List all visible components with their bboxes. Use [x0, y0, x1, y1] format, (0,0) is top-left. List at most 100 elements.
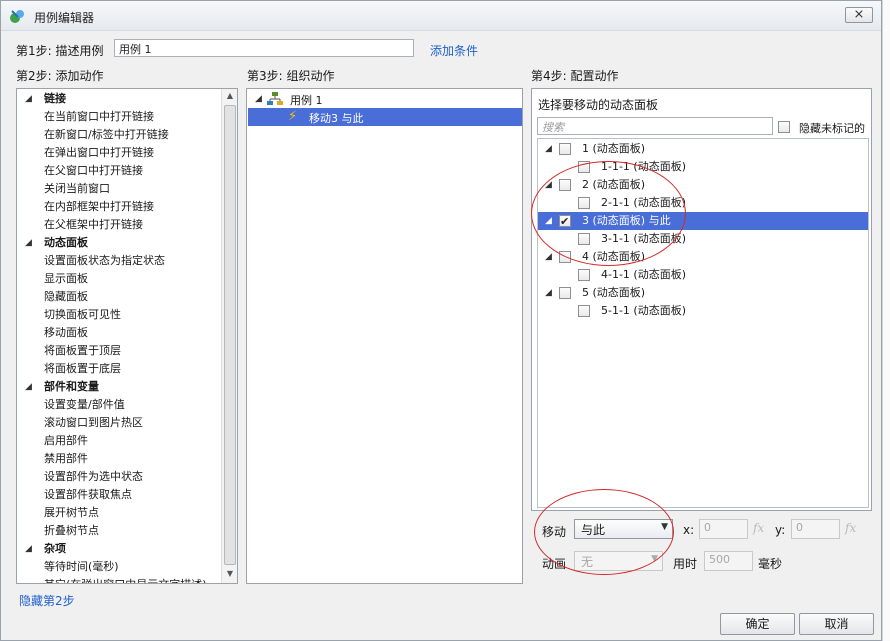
action-item[interactable]: 展开树节点 [44, 504, 99, 522]
panel-checkbox[interactable] [559, 143, 571, 155]
step3-label: 第3步: 组织动作 [247, 69, 335, 83]
action-item[interactable]: 启用部件 [44, 432, 88, 450]
action-item[interactable]: 在弹出窗口中打开链接 [44, 144, 154, 162]
action-item[interactable]: 在内部框架中打开链接 [44, 198, 154, 216]
case-name-input[interactable]: 用例 1 [114, 39, 414, 57]
action-list-scrollbar[interactable]: ▲ ▼ [221, 89, 237, 583]
panel-checkbox[interactable] [559, 287, 571, 299]
action-item[interactable]: 隐藏面板 [44, 288, 88, 306]
action-item[interactable]: 在父框架中打开链接 [44, 216, 143, 234]
window-title: 用例编辑器 [34, 11, 95, 25]
animation-label: 动画 [542, 557, 567, 571]
action-item[interactable]: 在新窗口/标签中打开链接 [44, 126, 169, 144]
action-item[interactable]: 折叠树节点 [44, 522, 99, 540]
action-category[interactable]: ◢ 动态面板 [17, 234, 217, 252]
category-label: 动态面板 [44, 236, 88, 249]
scroll-thumb[interactable] [224, 105, 236, 565]
chevron-down-icon: ▼ [651, 554, 658, 564]
scroll-up-arrow-icon[interactable]: ▲ [222, 91, 237, 100]
dynamic-panel-item[interactable]: ◢ 5 (动态面板) [538, 284, 868, 302]
dynamic-panel-item[interactable]: ◢ 3 (动态面板) 与此 [538, 212, 868, 231]
action-item[interactable]: 其它(在弹出窗口中显示文字描述) [44, 576, 207, 583]
action-item[interactable]: 移动面板 [44, 324, 88, 342]
action-item[interactable]: 等待时间(毫秒) [44, 558, 119, 576]
duration-input[interactable]: 500 [704, 551, 753, 571]
panel-name: 2 (动态面板) [582, 178, 646, 191]
panel-checkbox[interactable] [578, 233, 590, 245]
hide-step2-link[interactable]: 隐藏第2步 [19, 592, 75, 609]
action-item[interactable]: 关闭当前窗口 [44, 180, 110, 198]
action-item[interactable]: 在当前窗口中打开链接 [44, 108, 154, 126]
action-item[interactable]: 在父窗口中打开链接 [44, 162, 143, 180]
collapse-triangle-icon[interactable]: ◢ [545, 176, 552, 194]
ok-button[interactable]: 确定 [720, 613, 795, 635]
panel-name: 4 (动态面板) [582, 250, 646, 263]
collapse-triangle-icon[interactable]: ◢ [545, 212, 552, 230]
action-item[interactable]: 设置部件获取焦点 [44, 486, 132, 504]
selected-action-row[interactable]: ⚡ 移动3 与此 [248, 108, 522, 126]
panel-checkbox[interactable] [578, 197, 590, 209]
close-button[interactable]: ⨯ [845, 7, 873, 23]
collapse-triangle-icon[interactable]: ◢ [545, 248, 552, 266]
x-input[interactable]: 0 [699, 519, 748, 539]
collapse-triangle-icon[interactable]: ◢ [25, 90, 32, 108]
action-item[interactable]: 切换面板可见性 [44, 306, 121, 324]
panel-name: 1-1-1 (动态面板) [601, 160, 687, 173]
action-item[interactable]: 禁用部件 [44, 450, 88, 468]
panel-name: 3 (动态面板) 与此 [582, 214, 671, 227]
action-list-panel: ◢ 链接 在当前窗口中打开链接 在新窗口/标签中打开链接 在弹出窗口中打开链接 在父窗口中… [16, 88, 238, 584]
panel-checkbox[interactable] [559, 179, 571, 191]
action-category[interactable]: ◢ 杂项 [17, 540, 217, 558]
panel-name: 1 (动态面板) [582, 142, 646, 155]
animation-select[interactable]: 无 ▼ [574, 551, 663, 571]
dynamic-panel-child-item[interactable]: 1-1-1 (动态面板) [538, 158, 868, 176]
action-category[interactable]: ◢ 链接 [17, 90, 217, 108]
fx-icon[interactable]: fx [753, 521, 764, 535]
hide-unmarked-checkbox[interactable] [778, 121, 790, 133]
add-condition-link[interactable]: 添加条件 [430, 42, 478, 59]
action-item[interactable]: 将面板置于底层 [44, 360, 121, 378]
cancel-button[interactable]: 取消 [799, 613, 874, 635]
background-window-edge [882, 0, 890, 641]
action-item[interactable]: 设置面板状态为指定状态 [44, 252, 165, 270]
panel-checkbox[interactable] [578, 269, 590, 281]
dynamic-panel-child-item[interactable]: 4-1-1 (动态面板) [538, 266, 868, 284]
panel-select-header: 选择要移动的动态面板 [538, 98, 659, 112]
title-bar: 用例编辑器 ⨯ [1, 1, 881, 31]
y-label: y: [775, 523, 786, 537]
y-input[interactable]: 0 [791, 519, 840, 539]
panel-checkbox[interactable] [578, 305, 590, 317]
action-item[interactable]: 设置变量/部件值 [44, 396, 125, 414]
collapse-triangle-icon[interactable]: ◢ [545, 284, 552, 302]
panel-name: 3-1-1 (动态面板) [601, 232, 687, 245]
collapse-triangle-icon[interactable]: ◢ [545, 140, 552, 158]
collapse-triangle-icon[interactable]: ◢ [25, 540, 32, 558]
dynamic-panel-item[interactable]: ◢ 4 (动态面板) [538, 248, 868, 266]
milliseconds-label: 毫秒 [758, 557, 783, 571]
duration-label: 用时 [673, 557, 698, 571]
action-category[interactable]: ◢ 部件和变量 [17, 378, 217, 396]
action-item[interactable]: 显示面板 [44, 270, 88, 288]
dynamic-panel-child-item[interactable]: 5-1-1 (动态面板) [538, 302, 868, 320]
x-label: x: [683, 523, 695, 537]
panel-checkbox[interactable] [559, 251, 571, 263]
move-type-select[interactable]: 与此 ▼ [574, 519, 673, 539]
panel-checkbox[interactable] [578, 161, 590, 173]
move-type-value: 与此 [581, 523, 606, 537]
action-item[interactable]: 滚动窗口到图片热区 [44, 414, 143, 432]
dynamic-panel-child-item[interactable]: 3-1-1 (动态面板) [538, 230, 868, 248]
collapse-triangle-icon[interactable]: ◢ [255, 94, 262, 104]
case-name[interactable]: 用例 1 [290, 92, 323, 108]
search-input[interactable]: 搜索 [537, 117, 773, 135]
dynamic-panel-child-item[interactable]: 2-1-1 (动态面板) [538, 194, 868, 212]
panel-checkbox[interactable] [559, 213, 571, 231]
scroll-down-arrow-icon[interactable]: ▼ [222, 569, 237, 578]
action-item[interactable]: 将面板置于顶层 [44, 342, 121, 360]
fx-icon[interactable]: fx [845, 521, 856, 535]
dynamic-panel-item[interactable]: ◢ 2 (动态面板) [538, 176, 868, 194]
collapse-triangle-icon[interactable]: ◢ [25, 378, 32, 396]
action-item[interactable]: 设置部件为选中状态 [44, 468, 143, 486]
collapse-triangle-icon[interactable]: ◢ [25, 234, 32, 252]
dynamic-panel-item[interactable]: ◢ 1 (动态面板) [538, 140, 868, 158]
hide-unmarked-label: 隐藏未标记的 [799, 122, 865, 135]
